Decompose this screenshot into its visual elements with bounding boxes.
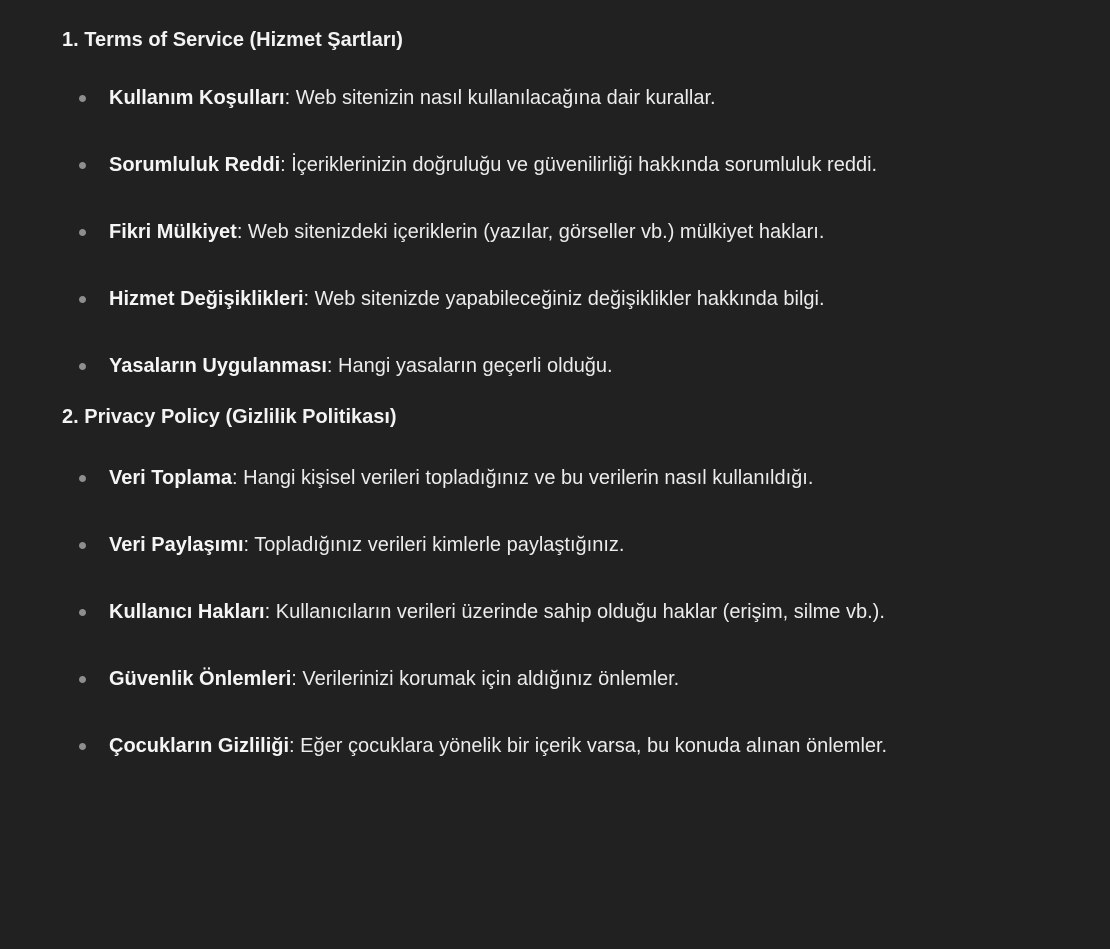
list-item-term: Kullanım Koşulları xyxy=(109,87,285,109)
list-item-description: : Web sitenizin nasıl kullanılacağına da… xyxy=(284,87,716,109)
list-item-guvenlik-onlemleri: Güvenlik Önlemleri: Verilerinizi korumak… xyxy=(62,662,1094,696)
section-heading-privacy-policy: 2. Privacy Policy (Gizlilik Politikası) xyxy=(62,406,397,428)
bullet-icon xyxy=(79,363,86,370)
list-item-cocuklarin-gizliligi: Çocukların Gizliliği: Eğer çocuklara yön… xyxy=(62,729,1094,763)
bullet-icon xyxy=(79,162,86,169)
list-item-term: Kullanıcı Hakları xyxy=(109,601,265,623)
list-item-description: : Hangi kişisel verileri topladığınız ve… xyxy=(232,467,814,489)
list-item-term: Yasaların Uygulanması xyxy=(109,355,327,377)
message-content: 1. Terms of Service (Hizmet Şartları) Ku… xyxy=(0,0,1110,763)
list-item-description: : İçeriklerinizin doğruluğu ve güvenilir… xyxy=(280,154,878,176)
list-item-term: Çocukların Gizliliği xyxy=(109,735,290,757)
bullet-icon xyxy=(79,542,86,549)
terms-of-service-list: Kullanım Koşulları: Web sitenizin nasıl … xyxy=(62,81,1110,383)
list-item-term: Hizmet Değişiklikleri xyxy=(109,288,304,310)
bullet-icon xyxy=(79,609,86,616)
bullet-icon xyxy=(79,743,86,750)
list-item-description: : Web sitenizde yapabileceğiniz değişikl… xyxy=(303,288,825,310)
list-item-hizmet-degisiklikleri: Hizmet Değişiklikleri: Web sitenizde yap… xyxy=(62,282,1094,316)
privacy-policy-list: Veri Toplama: Hangi kişisel verileri top… xyxy=(62,461,1110,763)
list-item-description: : Web sitenizdeki içeriklerin (yazılar, … xyxy=(236,221,825,243)
list-item-veri-toplama: Veri Toplama: Hangi kişisel verileri top… xyxy=(62,461,1094,495)
list-item-sorumluluk-reddi: Sorumluluk Reddi: İçeriklerinizin doğrul… xyxy=(62,148,1094,182)
list-item-fikri-mulkiyet: Fikri Mülkiyet: Web sitenizdeki içerikle… xyxy=(62,215,1094,249)
bullet-icon xyxy=(79,95,86,102)
list-item-description: : Verilerinizi korumak için aldığınız ön… xyxy=(291,668,680,690)
list-item-veri-paylasimi: Veri Paylaşımı: Topladığınız verileri ki… xyxy=(62,528,1094,562)
bullet-icon xyxy=(79,475,86,482)
list-item-term: Fikri Mülkiyet xyxy=(109,221,237,243)
list-item-description: : Eğer çocuklara yönelik bir içerik vars… xyxy=(289,735,888,757)
list-item-term: Sorumluluk Reddi xyxy=(109,154,281,176)
bullet-icon xyxy=(79,229,86,236)
list-item-description: : Topladığınız verileri kimlerle paylaşt… xyxy=(243,534,625,556)
list-item-description: : Kullanıcıların verileri üzerinde sahip… xyxy=(264,601,885,623)
list-item-term: Veri Paylaşımı xyxy=(109,534,244,556)
list-item-term: Veri Toplama xyxy=(109,467,233,489)
list-item-kullanici-haklari: Kullanıcı Hakları: Kullanıcıların verile… xyxy=(62,595,1094,629)
list-item-kullanim-kosullari: Kullanım Koşulları: Web sitenizin nasıl … xyxy=(62,81,1094,115)
list-item-description: : Hangi yasaların geçerli olduğu. xyxy=(326,355,613,377)
section-heading-terms-of-service: 1. Terms of Service (Hizmet Şartları) xyxy=(62,29,403,51)
bullet-icon xyxy=(79,296,86,303)
list-item-yasalarin-uygulanmasi: Yasaların Uygulanması: Hangi yasaların g… xyxy=(62,349,1094,383)
list-item-term: Güvenlik Önlemleri xyxy=(109,668,292,690)
bullet-icon xyxy=(79,676,86,683)
